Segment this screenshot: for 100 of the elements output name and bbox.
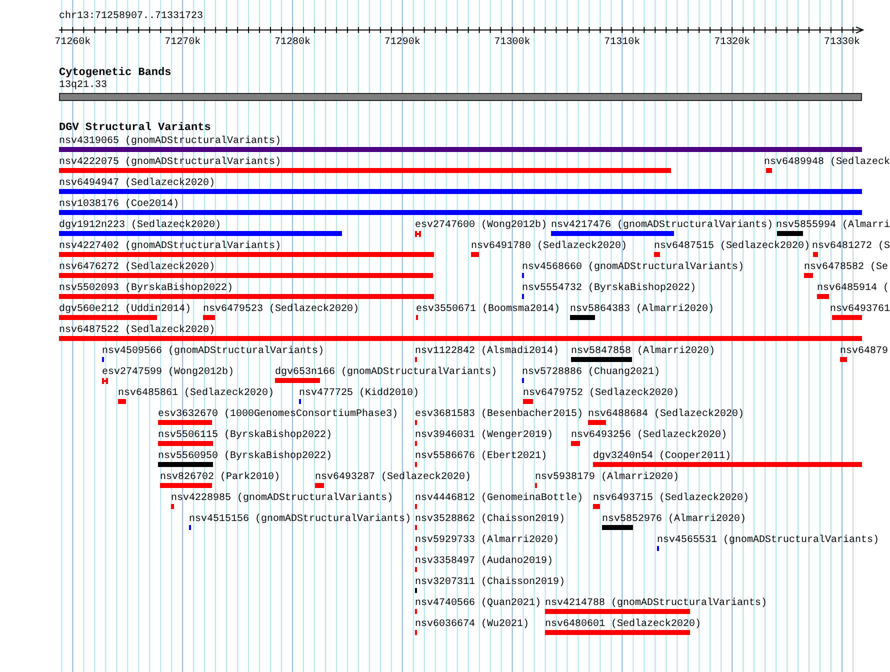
variant-bar[interactable] — [203, 315, 215, 320]
variant-label: esv3632670 (1000GenomesConsortiumPhase3) — [158, 409, 398, 420]
variant-label: nsv4565531 (gnomADStructuralVariants) — [657, 535, 880, 546]
variant-label: nsv826702 (Park2010) — [160, 472, 280, 483]
ruler-tick-label: 71280k — [274, 37, 310, 48]
variant-label: dgv560e212 (Uddin2014) — [59, 304, 192, 315]
variant-bar[interactable] — [59, 168, 671, 173]
variant-label: nsv5728886 (Chuang2021) — [522, 367, 660, 378]
variant-bar[interactable] — [832, 315, 862, 320]
variant-label: nsv5938179 (Almarri2020) — [535, 472, 680, 483]
variant-label: esv3550671 (Boomsma2014) — [416, 304, 560, 315]
paired-variant-marker[interactable] — [102, 378, 108, 384]
variant-label: nsv64879 — [840, 346, 888, 357]
variant-label: nsv4222075 (gnomADStructuralVariants) — [59, 157, 282, 168]
variant-label: nsv5847858 (Almarri2020) — [571, 346, 716, 357]
variant-label: nsv6480601 (Sedlazeck2020) — [545, 619, 702, 630]
variant-label: nsv6476272 (Sedlazeck2020) — [59, 262, 216, 273]
variant-label: nsv6493761 — [830, 304, 890, 315]
variant-bar[interactable] — [158, 441, 213, 446]
variant-bar[interactable] — [59, 210, 862, 215]
variant-label: dgv653n166 (gnomADStructuralVariants) — [275, 367, 498, 378]
variant-bar[interactable] — [593, 504, 600, 509]
variant-bar[interactable] — [571, 357, 632, 362]
variant-bar[interactable] — [777, 231, 803, 236]
variant-label: nsv3358497 (Audano2019) — [415, 556, 554, 567]
variant-bar[interactable] — [571, 441, 580, 446]
band-label: 13q21.33 — [59, 80, 108, 91]
variant-bar[interactable] — [471, 252, 479, 257]
variant-label: nsv5506115 (ByrskaBishop2022) — [158, 430, 332, 441]
variant-label: nsv3207311 (Chaisson2019) — [415, 577, 566, 588]
variant-bar[interactable] — [766, 168, 772, 173]
variant-label: nsv5852976 (Almarri2020) — [602, 514, 746, 525]
variant-label: nsv5929733 (Almarri2020) — [415, 535, 560, 546]
variant-label: nsv4568660 (gnomADStructuralVariants) — [522, 262, 744, 273]
variant-bar[interactable] — [118, 399, 126, 404]
variant-bar[interactable] — [171, 504, 174, 509]
variant-bar[interactable] — [158, 462, 213, 467]
variant-label: esv2747600 (Wong2012b) — [415, 220, 548, 231]
variant-bar[interactable] — [523, 399, 533, 404]
variant-label: nsv6493287 (Sedlazeck2020) — [315, 472, 472, 483]
variant-label: nsv1038176 (Coe2014) — [59, 199, 180, 210]
variant-bar[interactable] — [551, 231, 674, 236]
track-title: DGV Structural Variants — [59, 122, 211, 134]
variant-label: nsv4509566 (gnomADStructuralVariants) — [102, 346, 324, 357]
variant-bar[interactable] — [160, 483, 212, 488]
variant-label: nsv5560950 (ByrskaBishop2022) — [158, 451, 332, 462]
variant-label: nsv4515156 (gnomADStructuralVariants) — [189, 514, 412, 525]
variant-bar[interactable] — [804, 273, 813, 278]
variant-bar[interactable] — [275, 378, 320, 383]
variant-label: nsv4214788 (gnomADStructuralVariants) — [545, 598, 768, 609]
variant-label: nsv477725 (Kidd2010) — [299, 388, 420, 399]
variant-bar[interactable] — [59, 273, 433, 278]
track-title: Cytogenetic Bands — [59, 67, 172, 79]
ruler-tick-label: 71330k — [824, 37, 860, 48]
variant-label: dgv3240n54 (Cooper2011) — [593, 451, 732, 462]
variant-label: nsv6487515 (Sedlazeck2020) — [654, 241, 810, 252]
variant-label: nsv3528862 (Chaisson2019) — [415, 514, 566, 525]
variant-label: nsv6485861 (Sedlazeck2020) — [118, 388, 274, 399]
variant-label: nsv6491780 (Sedlazeck2020) — [471, 241, 628, 252]
variant-bar[interactable] — [59, 147, 862, 152]
variant-bar[interactable] — [158, 420, 212, 425]
variant-label: nsv6488684 (Sedlazeck2020) — [588, 409, 744, 420]
variant-bar[interactable] — [593, 462, 862, 467]
variant-label: nsv6485914 ( — [817, 283, 890, 294]
variant-bar[interactable] — [59, 189, 862, 194]
variant-label: nsv6479752 (Sedlazeck2020) — [523, 388, 680, 399]
variant-label: nsv5554732 (ByrskaBishop2022) — [522, 283, 696, 294]
paired-variant-marker[interactable] — [415, 231, 421, 237]
variant-label: nsv5855994 (Almarri — [776, 220, 890, 231]
variant-label: nsv6489948 (Sedlazeck — [764, 157, 890, 168]
variant-label: nsv6479523 (Sedlazeck2020) — [203, 304, 360, 315]
variant-label: nsv6493715 (Sedlazeck2020) — [593, 493, 750, 504]
variant-label: nsv5864383 (Almarri2020) — [570, 304, 714, 315]
variant-label: nsv6036674 (Wu2021) — [415, 619, 530, 630]
variant-label: nsv5502093 (ByrskaBishop2022) — [59, 283, 234, 294]
variant-bar[interactable] — [315, 483, 324, 488]
variant-bar[interactable] — [602, 525, 633, 530]
ruler-tick-label: 71260k — [54, 37, 91, 48]
variant-bar[interactable] — [817, 294, 829, 299]
variant-bar[interactable] — [654, 252, 660, 257]
variant-label: nsv4446812 (GenomeinaBottle) — [415, 493, 584, 504]
cytoband-bar[interactable] — [59, 93, 862, 101]
variant-label: nsv6481272 (S — [812, 241, 890, 252]
variant-bar[interactable] — [59, 231, 342, 236]
variant-label: nsv4740566 (Quan2021) — [415, 598, 542, 609]
variant-bar[interactable] — [813, 252, 818, 257]
variant-label: nsv5586676 (Ebert2021) — [415, 451, 548, 462]
variant-bar[interactable] — [545, 630, 690, 635]
variant-bar[interactable] — [588, 420, 606, 425]
variant-label: nsv6487522 (Sedlazeck2020) — [59, 325, 216, 336]
variant-label: nsv4228985 (gnomADStructuralVariants) — [171, 493, 394, 504]
variant-bar[interactable] — [570, 315, 595, 320]
variant-bar[interactable] — [840, 357, 847, 362]
variant-bar[interactable] — [59, 315, 157, 320]
variant-bar[interactable] — [545, 609, 690, 614]
variant-bar[interactable] — [59, 252, 434, 257]
variant-bar[interactable] — [59, 336, 862, 341]
ruler-tick-label: 71270k — [164, 37, 201, 48]
variant-bar[interactable] — [59, 294, 434, 299]
variant-label: nsv4319065 (gnomADStructuralVariants) — [59, 136, 282, 147]
